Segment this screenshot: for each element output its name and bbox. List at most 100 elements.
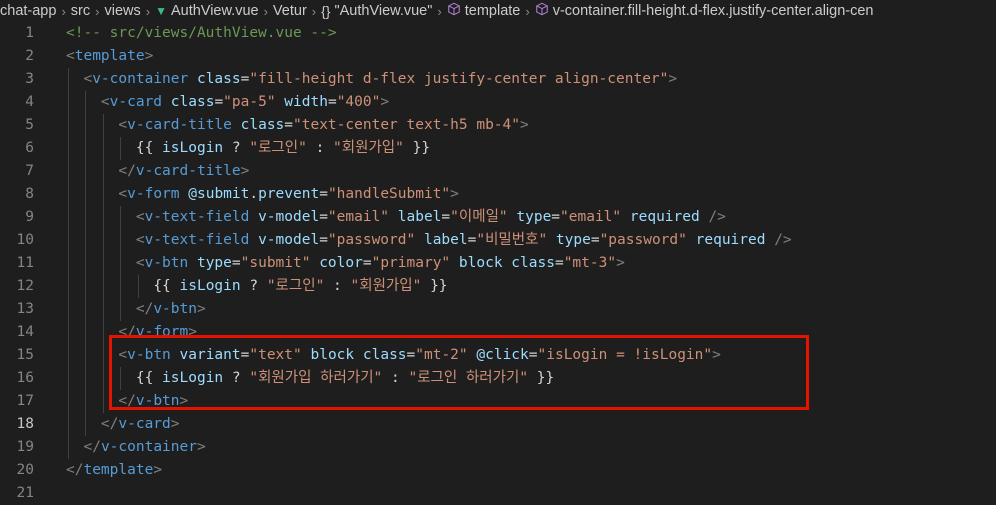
code-editor[interactable]: 1 2 3 4 5 6 7 8 9 10 11 12 13 14 15 16 17 18 19 20 21 <!-- s… bbox=[0, 22, 996, 501]
code-token: < bbox=[100, 94, 110, 110]
code-token: > bbox=[240, 163, 250, 179]
code-line[interactable]: <v-text-field v-model="password" label="… bbox=[66, 229, 792, 252]
code-line[interactable]: <v-container class="fill-height d-flex j… bbox=[66, 68, 677, 91]
chevron-right-icon: › bbox=[263, 3, 268, 19]
line-number: 7 bbox=[25, 163, 34, 179]
code-token: > bbox=[196, 439, 206, 455]
code-token: block bbox=[458, 255, 503, 271]
code-token: "pa-5" bbox=[223, 94, 276, 110]
breadcrumb-item[interactable]: template bbox=[447, 2, 520, 20]
code-token: = bbox=[551, 209, 561, 225]
code-token: width bbox=[284, 94, 328, 110]
line-number: 5 bbox=[25, 117, 34, 133]
code-line[interactable]: <v-text-field v-model="email" label="이메일… bbox=[66, 206, 726, 229]
code-token: "회원가입" bbox=[333, 140, 404, 156]
code-token: </ bbox=[100, 416, 119, 432]
code-line[interactable]: </v-container> bbox=[66, 436, 206, 459]
code-token: v-container bbox=[92, 71, 189, 87]
code-token: v-card-title bbox=[135, 163, 241, 179]
code-line[interactable]: <v-form @submit.prevent="handleSubmit"> bbox=[66, 183, 459, 206]
breadcrumb-item[interactable]: ▼ AuthView.vue bbox=[155, 3, 259, 19]
breadcrumb-item[interactable]: {} "AuthView.vue" bbox=[321, 3, 432, 19]
line-number: 6 bbox=[25, 140, 34, 156]
code-line[interactable]: <template> bbox=[66, 45, 153, 68]
code-token: < bbox=[135, 255, 145, 271]
line-number: 19 bbox=[16, 439, 34, 455]
code-token: < bbox=[135, 232, 145, 248]
code-token: }} bbox=[421, 278, 448, 294]
code-token: </ bbox=[118, 163, 136, 179]
breadcrumb-item[interactable]: Vetur bbox=[273, 3, 307, 19]
highlight-annotation-box bbox=[109, 335, 809, 410]
chevron-right-icon: › bbox=[61, 3, 66, 19]
code-token: > bbox=[153, 462, 163, 478]
code-token: = bbox=[214, 94, 224, 110]
code-token: v-card bbox=[118, 416, 171, 432]
code-token: label bbox=[397, 209, 442, 225]
code-token: "회원가입" bbox=[350, 278, 422, 294]
code-token: > bbox=[616, 255, 625, 271]
breadcrumb-item[interactable]: views bbox=[104, 3, 140, 19]
code-token: type bbox=[555, 232, 591, 248]
code-token: template bbox=[74, 48, 145, 64]
code-token: > bbox=[196, 301, 206, 317]
code-line[interactable]: {{ isLogin ? "로그인" : "회원가입" }} bbox=[66, 137, 430, 160]
line-number: 17 bbox=[16, 393, 34, 409]
code-token: = bbox=[441, 209, 451, 225]
code-token: "fill-height d-flex justify-center align… bbox=[249, 71, 669, 87]
line-number: 4 bbox=[25, 94, 34, 110]
code-token: v-model bbox=[258, 232, 320, 248]
code-line[interactable]: </v-btn> bbox=[66, 298, 206, 321]
line-number: 3 bbox=[25, 71, 34, 87]
code-token: v-text-field bbox=[144, 209, 250, 225]
code-token: </ bbox=[83, 439, 101, 455]
code-line[interactable]: <v-card class="pa-5" width="400"> bbox=[66, 91, 389, 114]
line-number: 15 bbox=[16, 347, 34, 363]
code-line[interactable]: </v-card-title> bbox=[66, 160, 249, 183]
breadcrumb-item[interactable]: chat-app bbox=[0, 3, 56, 19]
code-token: prevent bbox=[258, 186, 320, 202]
breadcrumb-item[interactable]: v-container.fill-height.d-flex.justify-c… bbox=[535, 2, 873, 20]
line-number: 2 bbox=[25, 48, 34, 64]
code-token: "submit" bbox=[240, 255, 311, 271]
code-line[interactable]: <v-btn type="submit" color="primary" blo… bbox=[66, 252, 625, 275]
code-token: label bbox=[423, 232, 468, 248]
code-token: v-btn bbox=[144, 255, 189, 271]
chevron-right-icon: › bbox=[437, 3, 442, 19]
line-number: 8 bbox=[25, 186, 34, 202]
code-line[interactable]: <!-- src/views/AuthView.vue --> bbox=[66, 22, 337, 45]
code-line[interactable]: {{ isLogin ? "로그인" : "회원가입" }} bbox=[66, 275, 448, 298]
code-line[interactable]: </template> bbox=[66, 459, 162, 482]
code-token: < bbox=[135, 209, 145, 225]
breadcrumb-label: AuthView.vue bbox=[170, 3, 259, 19]
breadcrumb-item[interactable]: src bbox=[71, 3, 90, 19]
code-line[interactable]: <v-card-title class="text-center text-h5… bbox=[66, 114, 528, 137]
code-token: = bbox=[327, 94, 337, 110]
code-token: : bbox=[306, 140, 334, 156]
breadcrumb-label: Vetur bbox=[272, 3, 307, 19]
code-token: type bbox=[516, 209, 552, 225]
code-line[interactable]: </v-card> bbox=[66, 413, 180, 436]
code-token: isLogin bbox=[179, 278, 241, 294]
code-token: ? bbox=[223, 140, 250, 156]
breadcrumb: chat-app › src › views › ▼ AuthView.vue › Vetur ›{… bbox=[0, 0, 996, 22]
code-token: > bbox=[668, 71, 678, 87]
code-token: "이메일" bbox=[450, 209, 508, 225]
cube-icon bbox=[535, 2, 549, 20]
code-token: v-btn bbox=[153, 301, 197, 317]
code-token: v-card-title bbox=[127, 117, 232, 133]
code-token: "password" bbox=[599, 232, 687, 248]
code-token: type bbox=[196, 255, 232, 271]
code-token: required bbox=[629, 209, 700, 225]
code-token: class bbox=[170, 94, 215, 110]
